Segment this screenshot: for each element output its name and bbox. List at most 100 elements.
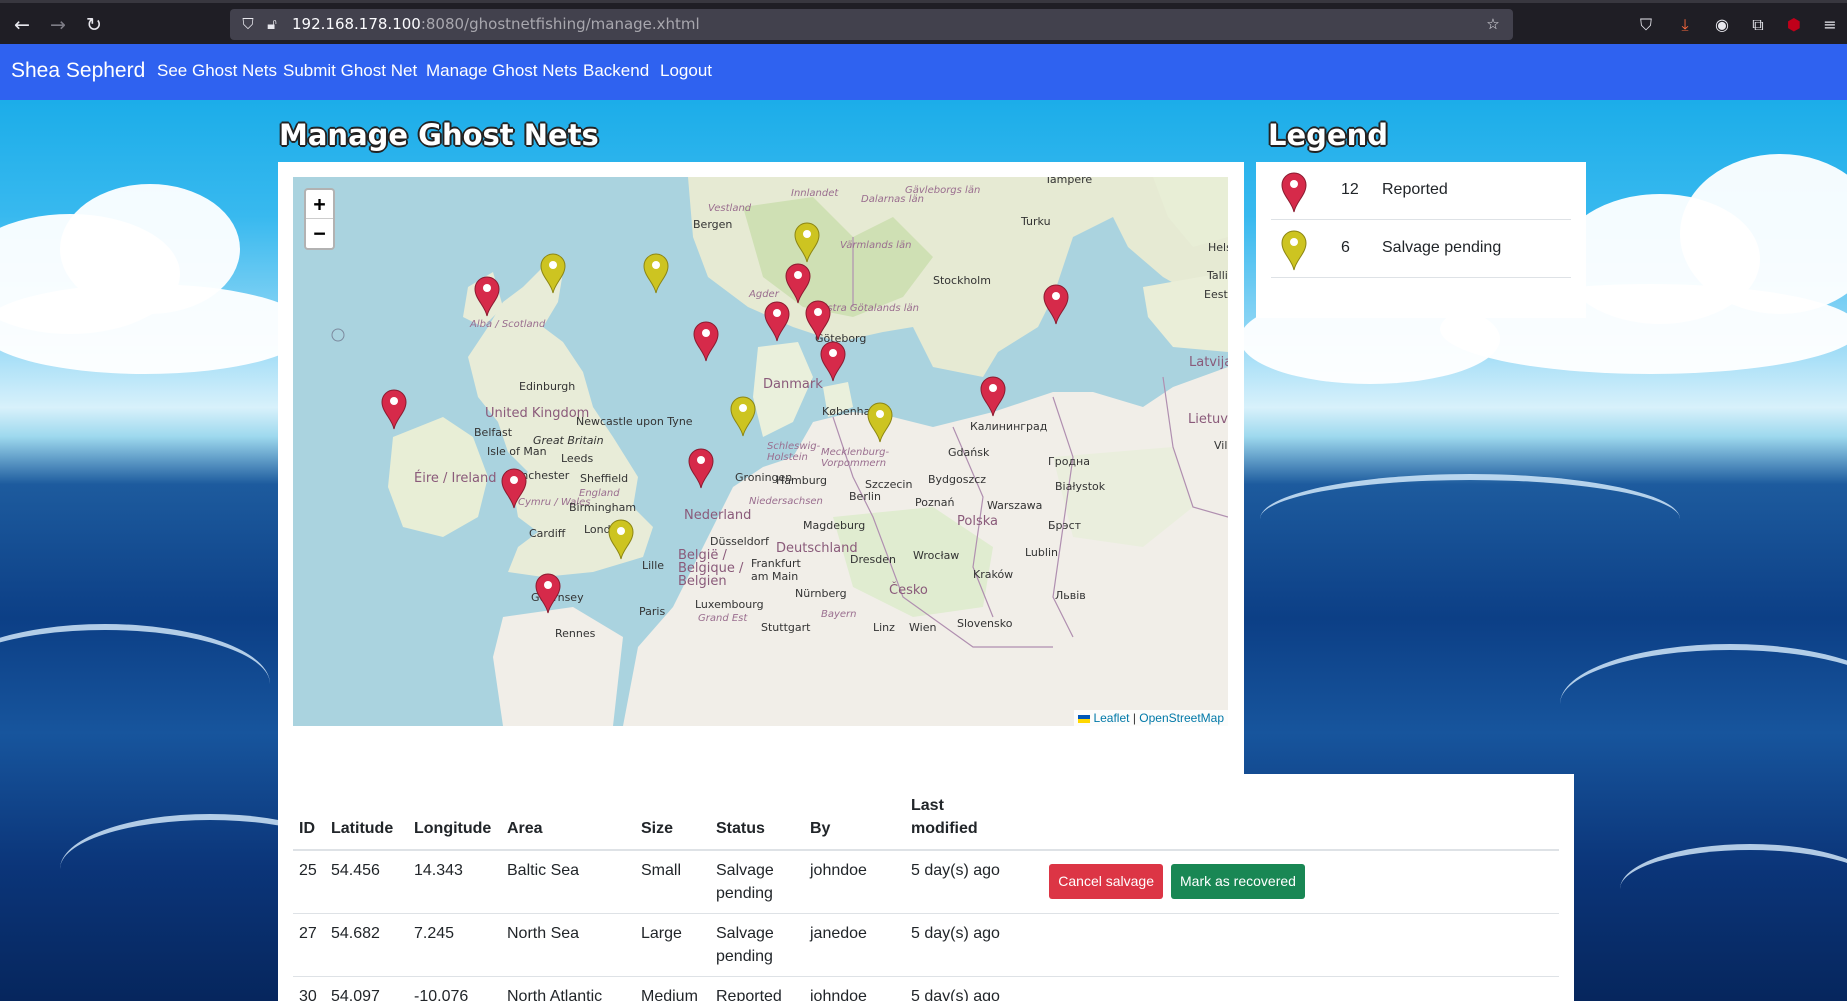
reported-marker-icon[interactable] <box>980 376 1006 417</box>
reported-marker-icon[interactable] <box>688 448 714 489</box>
map-label: Česko <box>889 583 928 598</box>
extensions-icon[interactable]: ⧉ <box>1746 13 1770 37</box>
map-label: Polska <box>957 514 998 529</box>
map-label: Belfast <box>474 426 513 439</box>
map-label: Sheffield <box>580 472 629 485</box>
back-icon[interactable]: ← <box>10 13 34 37</box>
map-label: Värmlands län <box>840 240 912 251</box>
menu-icon[interactable]: ≡ <box>1818 13 1842 37</box>
reported-marker-icon[interactable] <box>820 341 846 382</box>
map-label: Stuttgart <box>761 621 811 634</box>
legend-title: Legend <box>1268 118 1388 152</box>
map-label: Magdeburg <box>803 519 866 532</box>
ukraine-flag-icon <box>1078 714 1091 723</box>
cell-area: North Atlantic <box>501 976 635 1001</box>
map-label: Newcastle upon Tyne <box>576 415 693 428</box>
map-label: Bergen <box>693 218 733 231</box>
cell-size: Small <box>635 850 710 914</box>
salvage-pending-marker-icon[interactable] <box>540 253 566 294</box>
browser-toolbar: ← → ↻ ⛉ 🔓︎ 192.168.178.100:8080/ghostnet… <box>0 0 1847 44</box>
cell-area: Baltic Sea <box>501 850 635 914</box>
cell-area: North Sea <box>501 913 635 977</box>
map-label: Tallin <box>1207 269 1228 282</box>
cell-action-2: Mark as recovered <box>1169 850 1559 914</box>
pocket-icon[interactable]: ⛉ <box>1634 13 1658 37</box>
cell-status: Salvage pending <box>710 850 804 914</box>
column-header-latitude: Latitude <box>325 786 408 851</box>
nav-backend[interactable]: Backend <box>583 61 649 81</box>
lock-icon[interactable]: 🔓︎ <box>262 14 282 34</box>
map-label: Tampere <box>1045 177 1093 186</box>
map-label: Dalarnas län <box>861 194 924 205</box>
map-label: Slovensko <box>957 617 1013 630</box>
map-label: Latvija <box>1189 355 1228 370</box>
zoom-out-button[interactable]: − <box>306 219 333 248</box>
reported-marker-icon[interactable] <box>785 263 811 304</box>
cell-action-1 <box>1019 976 1169 1001</box>
map-card: Tampere Turku Hels Tallin Eest Latvija L… <box>278 162 1244 786</box>
map-label: Isle of Man <box>487 445 547 458</box>
map-label: Lietuva <box>1188 412 1228 427</box>
shield-icon[interactable]: ⛉ <box>238 14 258 34</box>
cell-by: janedoe <box>804 913 905 977</box>
reported-marker-icon[interactable] <box>474 276 500 317</box>
nav-see-ghost-nets[interactable]: See Ghost Nets <box>157 61 277 81</box>
cell-by: johndoe <box>804 850 905 914</box>
column-header-size: Size <box>635 786 710 851</box>
cancel-salvage-button[interactable]: Cancel salvage <box>1049 864 1163 899</box>
reported-marker-icon[interactable] <box>1043 284 1069 325</box>
download-icon[interactable]: ⤓ <box>1673 13 1697 37</box>
url-bar[interactable]: ⛉ 🔓︎ 192.168.178.100:8080/ghostnetfishin… <box>230 9 1513 40</box>
salvage-pending-marker-icon[interactable] <box>794 222 820 263</box>
reload-icon[interactable]: ↻ <box>82 13 106 37</box>
reported-marker-icon[interactable] <box>805 300 831 341</box>
nav-submit-ghost-net[interactable]: Submit Ghost Net <box>283 61 417 81</box>
nav-logout[interactable]: Logout <box>660 61 712 81</box>
bookmark-star-icon[interactable]: ☆ <box>1483 14 1503 34</box>
url-text[interactable]: 192.168.178.100:8080/ghostnetfishing/man… <box>292 15 700 33</box>
column-header-by: By <box>804 786 905 851</box>
forward-icon[interactable]: → <box>46 13 70 37</box>
reported-marker-icon[interactable] <box>501 468 527 509</box>
map-label: Berlin <box>849 490 881 503</box>
ublock-icon[interactable]: ⬢ <box>1782 13 1806 37</box>
map-label: Innlandet <box>791 188 839 199</box>
mark-as-recovered-button[interactable]: Mark as recovered <box>1171 864 1305 899</box>
column-header-last-modified-text: Last modified <box>911 797 978 837</box>
salvage-pending-marker-icon[interactable] <box>608 519 634 560</box>
map-label: Warszawa <box>987 499 1043 512</box>
cell-id: 27 <box>293 913 325 977</box>
column-header-action-1 <box>1019 786 1169 851</box>
reported-marker-icon[interactable] <box>693 321 719 362</box>
reported-marker-icon[interactable] <box>381 389 407 430</box>
salvage-pending-marker-icon[interactable] <box>867 402 893 443</box>
column-header-last-modified: Last modified <box>905 786 1019 851</box>
column-header-longitude: Longitude <box>408 786 501 851</box>
table-row: 30 54.097 -10.076 North Atlantic Medium … <box>293 976 1559 1001</box>
reported-marker-icon[interactable] <box>535 573 561 614</box>
nav-manage-ghost-nets[interactable]: Manage Ghost Nets <box>426 61 577 81</box>
cell-latitude: 54.097 <box>325 976 408 1001</box>
zoom-in-button[interactable]: + <box>306 190 333 219</box>
map-label: Cardiff <box>529 527 566 540</box>
map[interactable]: Tampere Turku Hels Tallin Eest Latvija L… <box>293 177 1228 726</box>
cell-last-modified: 5 day(s) ago <box>905 850 1019 914</box>
account-icon[interactable]: ◉ <box>1710 13 1734 37</box>
map-label: Львів <box>1055 589 1086 602</box>
cell-action-1: Cancel salvage <box>1019 850 1169 914</box>
map-label: Frankfurt am Main <box>751 557 801 583</box>
cell-status: Reported <box>710 976 804 1001</box>
map-label: Danmark <box>763 377 823 392</box>
osm-link[interactable]: OpenStreetMap <box>1139 711 1224 725</box>
salvage-pending-marker-icon[interactable] <box>643 253 669 294</box>
map-label: Białystok <box>1055 480 1106 493</box>
map-label: Szczecin <box>865 478 913 491</box>
leaflet-link[interactable]: Leaflet <box>1093 711 1129 725</box>
map-label: Deutschland <box>776 541 858 556</box>
map-label: Gdańsk <box>948 446 990 459</box>
brand-link[interactable]: Shea Sepherd <box>11 59 145 83</box>
salvage-pending-marker-icon[interactable] <box>730 396 756 437</box>
navbar: Shea Sepherd See Ghost Nets Submit Ghost… <box>0 44 1847 100</box>
reported-marker-icon[interactable] <box>764 301 790 342</box>
legend-count: 12 <box>1341 181 1359 198</box>
